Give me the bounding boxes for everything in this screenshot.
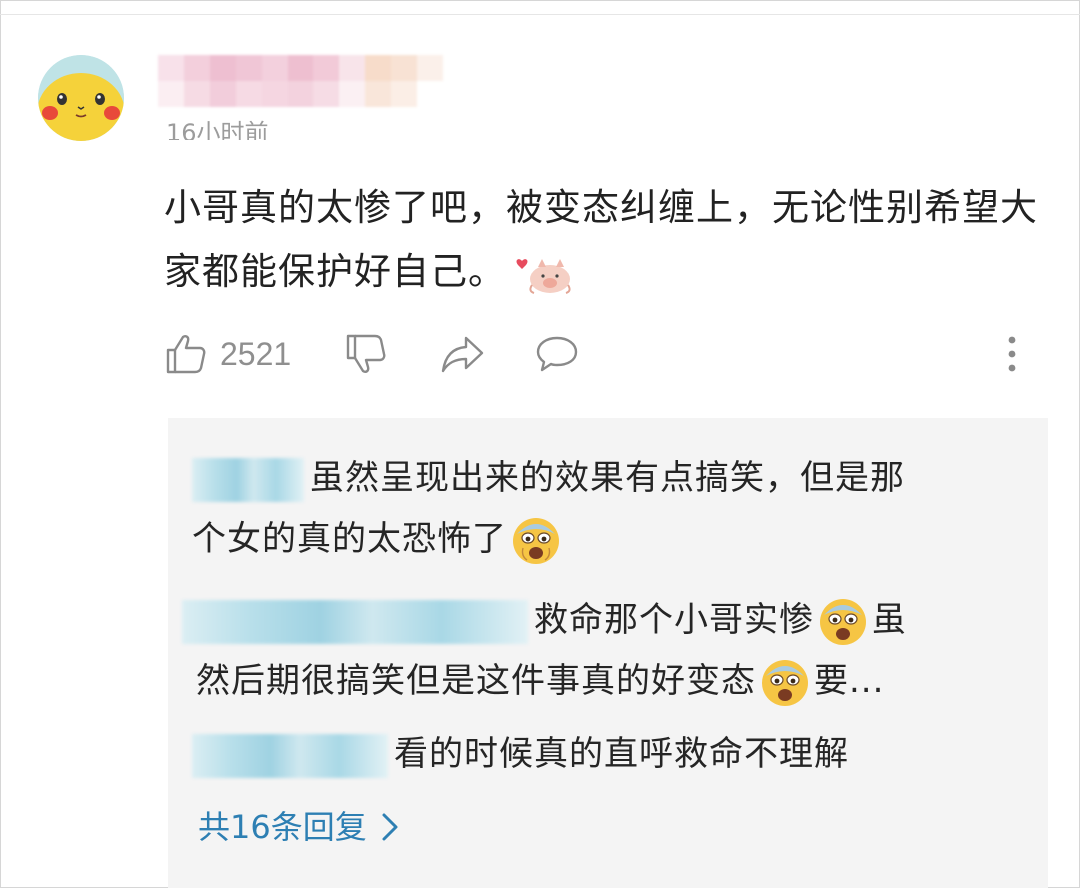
frightened-face-emoji bbox=[820, 598, 866, 645]
reply-text: 看的时候真的直呼救命不理解 bbox=[394, 734, 849, 774]
reply-text: 虽 bbox=[872, 600, 907, 640]
vertical-dots-icon bbox=[1008, 336, 1016, 372]
thumbs-up-icon bbox=[166, 335, 206, 374]
reply-text: 要... bbox=[814, 661, 885, 701]
reply-text: 个女的真的太恐怖了 bbox=[192, 519, 507, 559]
reply-button[interactable] bbox=[534, 330, 580, 378]
username-blurred[interactable] bbox=[158, 55, 443, 107]
pink-pig-heart-sticker bbox=[516, 258, 571, 294]
comment-timestamp: 16小时前 bbox=[166, 119, 269, 140]
reply-text: 然后期很搞笑但是这件事真的好变态 bbox=[196, 661, 756, 701]
like-count: 2521 bbox=[220, 335, 292, 372]
avatar[interactable] bbox=[38, 55, 124, 141]
more-replies-label: 共16条回复 bbox=[198, 808, 367, 846]
view-all-replies-link[interactable]: 共16条回复 bbox=[198, 802, 399, 852]
dislike-button[interactable] bbox=[344, 330, 388, 378]
comment-action-bar: 2521 bbox=[164, 330, 1044, 380]
reply-username-blurred[interactable] bbox=[182, 599, 528, 644]
reply-username-blurred[interactable] bbox=[192, 457, 304, 502]
replies-panel: 虽然呈现出来的效果有点搞笑，但是那 个女的真的太恐怖了 救命那个小哥实惨 虽 然… bbox=[168, 418, 1048, 888]
more-options-button[interactable] bbox=[1004, 330, 1020, 378]
comment-body: 小哥真的太惨了吧，被变态纠缠上，无论性别希望大家都能保护好自己。 bbox=[164, 176, 1054, 304]
reply-text: 虽然呈现出来的效果有点搞笑，但是那 bbox=[310, 458, 905, 498]
like-button[interactable]: 2521 bbox=[164, 330, 291, 378]
reply-item[interactable]: 看的时候真的直呼救命不理解 bbox=[192, 724, 1012, 785]
reply-item[interactable]: 救命那个小哥实惨 虽 然后期很搞笑但是这件事真的好变态 要... bbox=[182, 590, 1022, 712]
chevron-right-icon bbox=[382, 813, 398, 841]
share-arrow-icon bbox=[441, 336, 484, 373]
speech-bubble-icon bbox=[536, 336, 578, 372]
comment-text: 小哥真的太惨了吧，被变态纠缠上，无论性别希望大家都能保护好自己。 bbox=[164, 186, 1038, 293]
frightened-face-emoji bbox=[762, 659, 808, 706]
pikachu-avatar-image bbox=[38, 55, 124, 141]
reply-username-blurred[interactable] bbox=[192, 733, 388, 778]
share-button[interactable] bbox=[440, 330, 486, 378]
reply-text: 救命那个小哥实惨 bbox=[534, 600, 814, 640]
thumbs-down-icon bbox=[346, 334, 386, 373]
top-divider bbox=[0, 14, 1080, 15]
reply-item[interactable]: 虽然呈现出来的效果有点搞笑，但是那 个女的真的太恐怖了 bbox=[192, 448, 1012, 570]
frightened-face-emoji bbox=[513, 517, 559, 564]
